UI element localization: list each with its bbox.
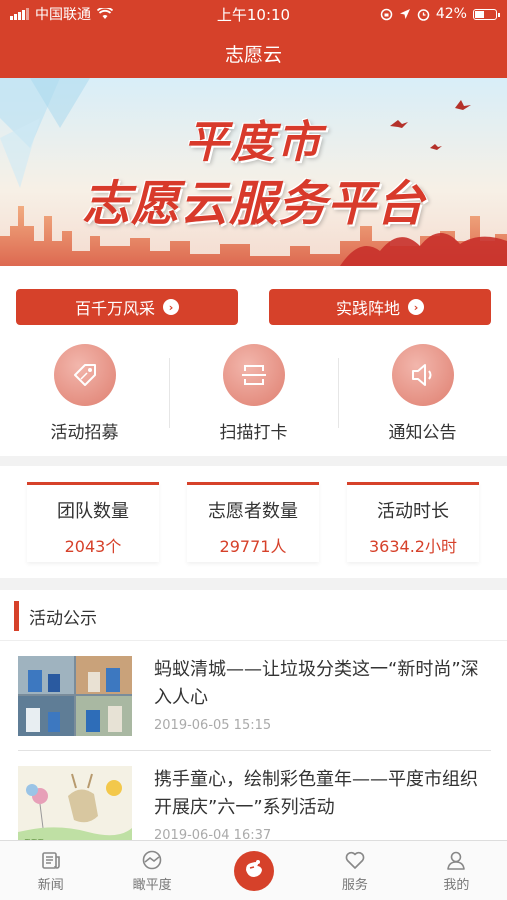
news-date: 2019-06-05 15:15 xyxy=(154,718,272,733)
showcase-button[interactable]: 百千万风采 › xyxy=(16,289,238,325)
stat-hours-value: 3634.2小时 xyxy=(369,537,457,556)
quick-button-row: 百千万风采 › 实践阵地 › xyxy=(16,289,491,325)
practice-base-button-label: 实践阵地 xyxy=(335,299,400,318)
news-title: 携手童心，绘制彩色童年——平度市组织开展庆”六一”系列活动 xyxy=(154,769,478,818)
app-header: 志愿云 xyxy=(0,28,507,78)
news-date: 2019-06-04 16:37 xyxy=(154,828,272,840)
battery-icon xyxy=(472,8,500,20)
tag-icon xyxy=(53,344,116,406)
stat-hours-label: 活动时长 xyxy=(377,501,449,522)
section-header: 活动公示 xyxy=(0,598,507,634)
tab-profile-label: 我的 xyxy=(443,877,470,893)
signal-icon xyxy=(10,8,29,20)
hero-banner[interactable]: 平度市 志愿云服务平台 xyxy=(0,78,507,266)
tab-news[interactable]: 新闻 xyxy=(0,841,101,900)
divider xyxy=(0,640,507,641)
feature-notice-label: 通知公告 xyxy=(388,423,457,443)
tab-bar: 新闻 瞰平度 服务 我的 xyxy=(0,840,507,900)
section-accent-bar xyxy=(14,601,19,631)
user-icon xyxy=(447,851,466,870)
stat-teams[interactable]: 团队数量 2043个 xyxy=(27,482,159,562)
feature-notice[interactable]: 通知公告 xyxy=(338,344,507,444)
alarm-icon xyxy=(417,8,430,21)
feature-scan[interactable]: 扫描打卡 xyxy=(169,344,338,444)
carrier-label: 中国联通 xyxy=(35,7,91,23)
feature-scan-label: 扫描打卡 xyxy=(219,423,288,443)
tab-service-label: 服务 xyxy=(341,877,368,893)
tab-explore[interactable]: 瞰平度 xyxy=(101,841,202,900)
stat-teams-label: 团队数量 xyxy=(57,501,129,522)
stat-volunteers-label: 志愿者数量 xyxy=(208,501,298,522)
section-title: 活动公示 xyxy=(29,608,97,629)
news-thumbnail xyxy=(18,656,132,736)
battery-percent: 42% xyxy=(435,6,467,22)
clock: 上午10:10 xyxy=(216,5,291,24)
feature-recruit-label: 活动招募 xyxy=(50,423,119,443)
feature-recruit[interactable]: 活动招募 xyxy=(0,344,169,444)
banner-title-platform: 志愿云服务平台 xyxy=(81,176,425,232)
tab-news-label: 新闻 xyxy=(37,877,64,893)
practice-base-button[interactable]: 实践阵地 › xyxy=(269,289,491,325)
news-icon xyxy=(41,851,60,869)
explore-icon xyxy=(142,850,162,869)
volunteer-hand-icon xyxy=(233,850,274,891)
speaker-icon xyxy=(391,344,454,406)
chevron-right-icon: › xyxy=(163,299,179,315)
stats-row: 团队数量 2043个 志愿者数量 29771人 活动时长 3634.2小时 xyxy=(27,482,479,562)
tab-profile[interactable]: 我的 xyxy=(406,841,507,900)
tab-home[interactable] xyxy=(203,841,304,900)
heart-icon xyxy=(345,851,365,869)
page-title: 志愿云 xyxy=(224,43,282,66)
stat-teams-value: 2043个 xyxy=(64,537,122,556)
divider xyxy=(18,750,491,751)
chevron-right-icon: › xyxy=(408,299,424,315)
tab-explore-label: 瞰平度 xyxy=(132,877,172,893)
showcase-button-label: 百千万风采 xyxy=(74,299,155,318)
wifi-icon xyxy=(97,8,113,19)
news-item[interactable]: 蚂蚁清城——让垃圾分类这一“新时尚”深入人心 2019-06-05 15:15 xyxy=(18,656,491,736)
location-icon xyxy=(399,9,410,19)
rotation-lock-icon xyxy=(380,8,393,20)
news-thumbnail: ~~~ xyxy=(18,766,132,840)
banner-title-city: 平度市 xyxy=(184,117,323,168)
tab-service[interactable]: 服务 xyxy=(304,841,405,900)
status-bar: 中国联通 上午10:10 42% xyxy=(0,0,507,28)
news-title: 蚂蚁清城——让垃圾分类这一“新时尚”深入人心 xyxy=(154,659,479,708)
feature-grid: 活动招募 扫描打卡 通知公告 xyxy=(0,344,507,444)
scan-icon xyxy=(222,344,285,406)
stat-volunteers-value: 29771人 xyxy=(219,537,287,556)
news-item[interactable]: ~~~ 携手童心，绘制彩色童年——平度市组织开展庆”六一”系列活动 2019-0… xyxy=(18,766,491,840)
stat-hours[interactable]: 活动时长 3634.2小时 xyxy=(347,482,479,562)
stat-volunteers[interactable]: 志愿者数量 29771人 xyxy=(187,482,319,562)
